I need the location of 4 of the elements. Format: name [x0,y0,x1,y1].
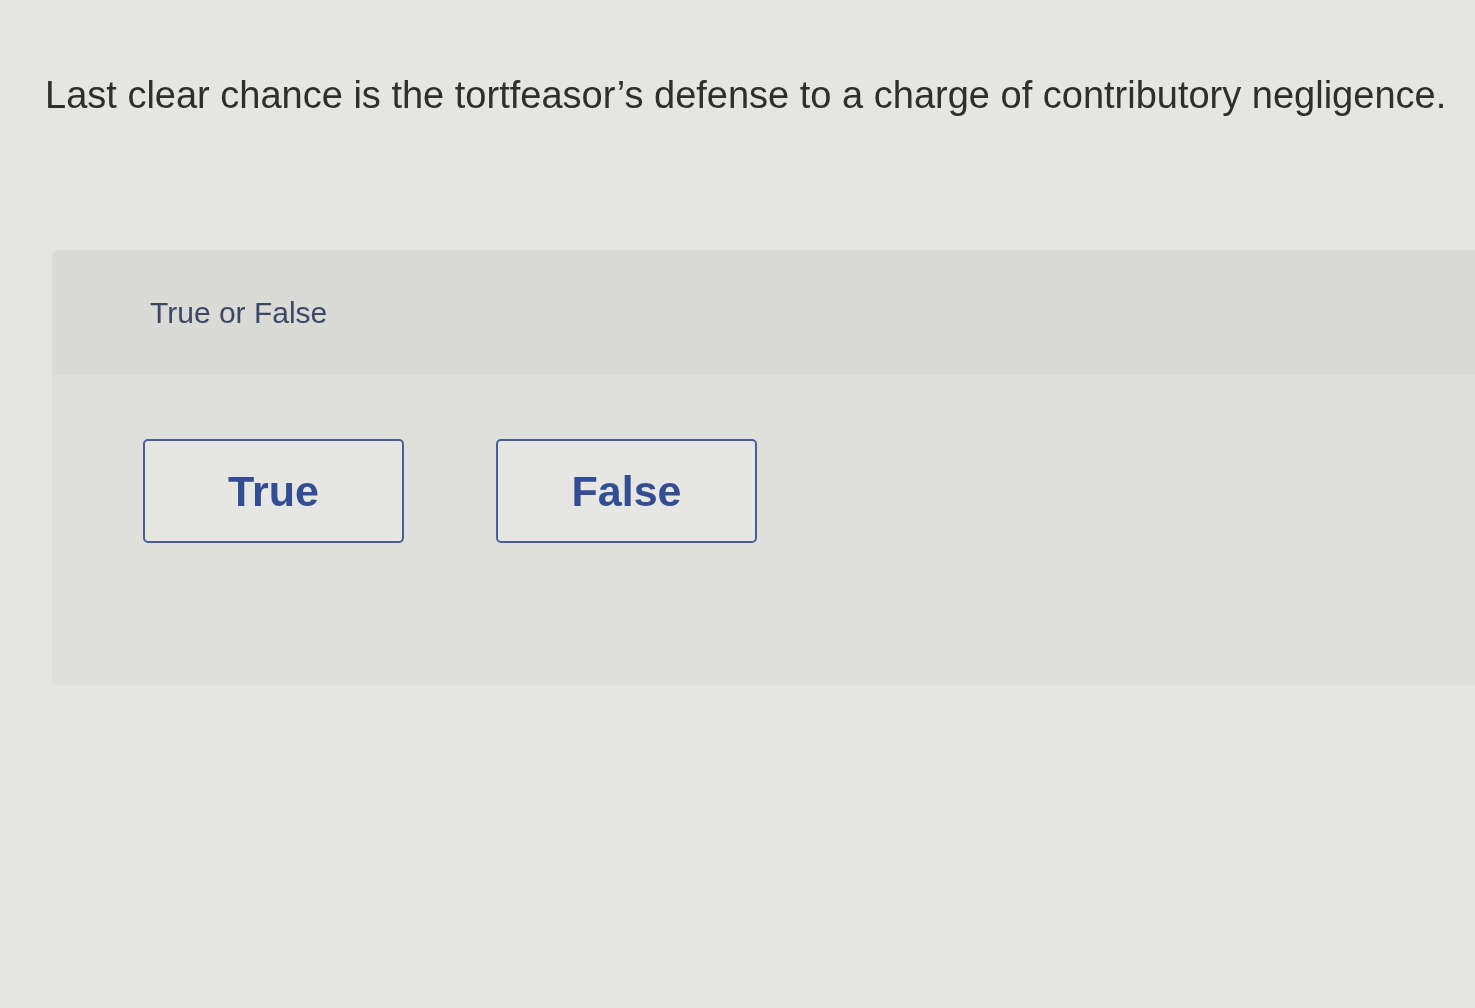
question-text: Last clear chance is the tortfeasor’s defense to a charge of contributory negligence. [45,73,1447,118]
answer-option-button[interactable]: True [143,439,404,543]
prompt-label: True or False [150,295,328,330]
answer-option-button[interactable]: False [496,439,757,543]
